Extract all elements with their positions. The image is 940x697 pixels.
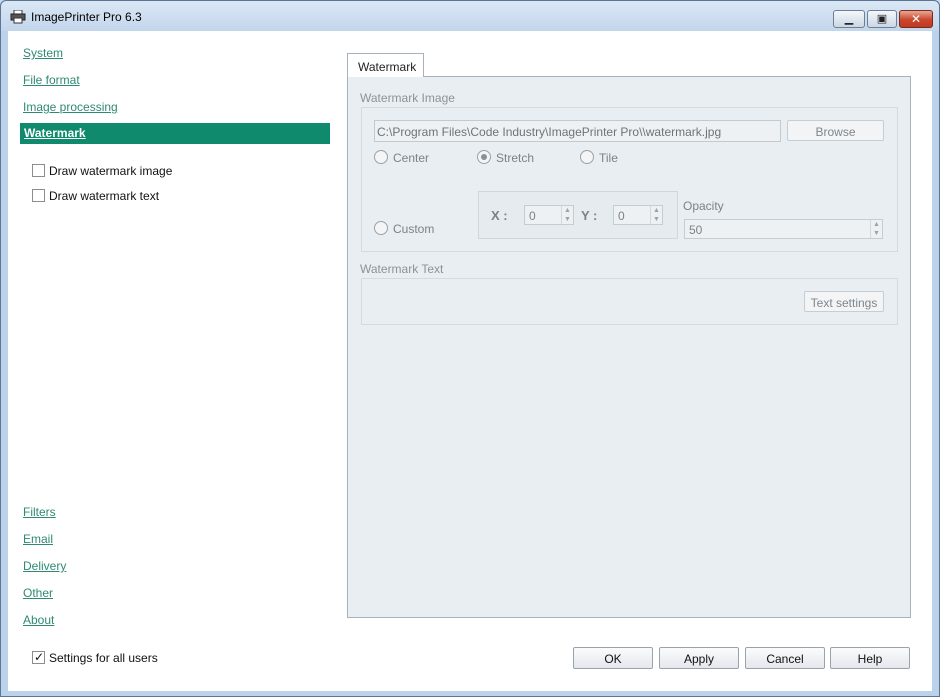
minimize-icon: ▁: [844, 13, 854, 25]
tab-watermark[interactable]: Watermark: [347, 53, 424, 77]
sidebar-item-filters[interactable]: Filters: [23, 505, 56, 519]
center-radio-label: Center: [393, 151, 430, 165]
x-spinner-arrows: ▲ ▼: [561, 206, 573, 224]
watermark-path-input[interactable]: C:\Program Files\Code Industry\ImagePrin…: [374, 120, 781, 142]
client-area: System File format Image processing Wate…: [8, 31, 932, 691]
draw-watermark-image-checkbox[interactable]: [32, 164, 45, 177]
x-spinner[interactable]: 0 ▲ ▼: [524, 205, 574, 225]
spin-down-icon[interactable]: ▼: [651, 215, 662, 224]
spin-down-icon[interactable]: ▼: [871, 229, 882, 238]
browse-button[interactable]: Browse: [787, 120, 884, 141]
sidebar-item-system[interactable]: System: [23, 46, 63, 60]
opacity-label: Opacity: [683, 199, 724, 213]
sidebar-item-delivery[interactable]: Delivery: [23, 559, 66, 573]
custom-radio[interactable]: [374, 221, 388, 235]
sidebar-item-email[interactable]: Email: [23, 532, 53, 546]
draw-watermark-text-checkbox[interactable]: [32, 189, 45, 202]
radio-selected-dot: [481, 154, 487, 160]
draw-watermark-image-label: Draw watermark image: [49, 164, 173, 178]
window-title: ImagePrinter Pro 6.3: [31, 10, 142, 24]
opacity-spinner[interactable]: 50 ▲ ▼: [684, 219, 883, 239]
spin-up-icon[interactable]: ▲: [871, 220, 882, 229]
settings-all-users-label: Settings for all users: [49, 651, 158, 665]
spin-up-icon[interactable]: ▲: [562, 206, 573, 215]
sidebar-item-image-processing[interactable]: Image processing: [23, 100, 118, 114]
title-bar[interactable]: ImagePrinter Pro 6.3 ▁ ▣ ✕: [1, 1, 939, 31]
spin-down-icon[interactable]: ▼: [562, 215, 573, 224]
apply-button[interactable]: Apply: [659, 647, 739, 669]
spin-up-icon[interactable]: ▲: [651, 206, 662, 215]
settings-all-users-checkbox[interactable]: ✓: [32, 650, 45, 664]
x-value: 0: [529, 209, 536, 223]
close-icon: ✕: [910, 12, 922, 26]
center-radio[interactable]: [374, 150, 388, 164]
maximize-icon: ▣: [876, 13, 888, 25]
printer-icon: [10, 10, 26, 24]
sidebar-item-other[interactable]: Other: [23, 586, 53, 600]
help-button[interactable]: Help: [830, 647, 910, 669]
stretch-radio-label: Stretch: [496, 151, 535, 165]
tile-radio[interactable]: [580, 150, 594, 164]
sidebar-item-about[interactable]: About: [23, 613, 54, 627]
ok-button[interactable]: OK: [573, 647, 653, 669]
y-value: 0: [618, 209, 625, 223]
app-window: ImagePrinter Pro 6.3 ▁ ▣ ✕ System File f…: [0, 0, 940, 697]
y-spinner-arrows: ▲ ▼: [650, 206, 662, 224]
tile-radio-label: Tile: [599, 151, 618, 165]
x-label: X :: [491, 208, 508, 223]
y-spinner[interactable]: 0 ▲ ▼: [613, 205, 663, 225]
y-label: Y :: [581, 208, 598, 223]
draw-watermark-text-label: Draw watermark text: [49, 189, 160, 203]
opacity-value: 50: [689, 223, 703, 237]
text-settings-button[interactable]: Text settings: [804, 291, 884, 312]
watermark-image-group-title: Watermark Image: [360, 91, 455, 105]
sidebar-item-file-format[interactable]: File format: [23, 73, 80, 87]
cancel-button[interactable]: Cancel: [745, 647, 825, 669]
sidebar-item-watermark[interactable]: Watermark: [20, 123, 330, 144]
stretch-radio[interactable]: [477, 150, 491, 164]
minimize-button[interactable]: ▁: [833, 10, 865, 28]
close-button[interactable]: ✕: [899, 10, 933, 28]
watermark-text-group-title: Watermark Text: [360, 262, 444, 276]
checkmark-icon: ✓: [34, 650, 45, 664]
maximize-button[interactable]: ▣: [867, 10, 897, 28]
opacity-spinner-arrows: ▲ ▼: [870, 220, 882, 238]
custom-radio-label: Custom: [393, 222, 435, 236]
